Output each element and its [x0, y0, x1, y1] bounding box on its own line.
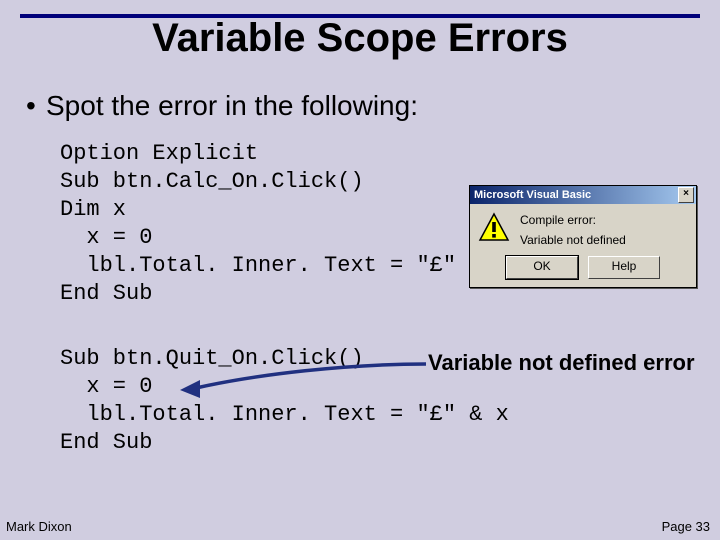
help-button[interactable]: Help — [588, 256, 660, 279]
bullet-text: Spot the error in the following: — [46, 90, 418, 121]
slide-title: Variable Scope Errors — [0, 16, 720, 61]
footer-page: Page 33 — [662, 519, 710, 534]
close-icon[interactable]: × — [678, 187, 694, 203]
error-dialog: Microsoft Visual Basic × Compile error: … — [469, 185, 697, 288]
ok-button[interactable]: OK — [506, 256, 578, 279]
dialog-buttons: OK Help — [470, 252, 696, 287]
dialog-body: Compile error: Variable not defined — [470, 204, 696, 252]
slide: Variable Scope Errors •Spot the error in… — [0, 0, 720, 540]
dialog-message: Compile error: Variable not defined — [520, 212, 626, 248]
dialog-line2: Variable not defined — [520, 232, 626, 248]
dialog-title: Microsoft Visual Basic — [474, 186, 591, 204]
bullet-marker: • — [26, 90, 46, 122]
warning-icon — [478, 212, 510, 244]
bullet-line: •Spot the error in the following: — [26, 90, 418, 122]
dialog-titlebar: Microsoft Visual Basic × — [470, 186, 696, 204]
code-block-1: Option Explicit Sub btn.Calc_On.Click() … — [60, 140, 509, 308]
dialog-line1: Compile error: — [520, 212, 626, 228]
error-annotation: Variable not defined error — [428, 350, 695, 376]
footer-author: Mark Dixon — [6, 519, 72, 534]
